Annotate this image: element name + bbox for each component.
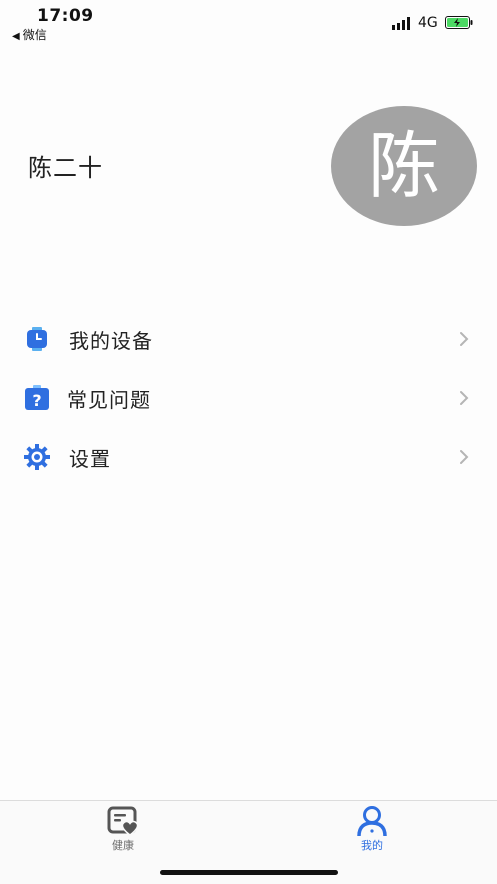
home-indicator — [160, 870, 338, 875]
menu-item-label: 我的设备 — [69, 329, 153, 353]
tab-label: 我的 — [361, 839, 383, 852]
gear-icon — [24, 444, 50, 470]
tab-health[interactable]: 健康 — [83, 805, 163, 853]
status-bar: 17:09 ◀ 微信 4G — [0, 0, 497, 44]
menu-item-faq[interactable]: ? 常见问题 — [0, 368, 497, 427]
menu-item-label: 常见问题 — [67, 388, 151, 412]
tab-mine[interactable]: 我的 — [332, 805, 412, 853]
chevron-right-icon — [460, 450, 469, 464]
tab-label: 健康 — [112, 839, 134, 852]
menu-item-my-devices[interactable]: 我的设备 — [0, 309, 497, 368]
question-icon: ? — [25, 385, 49, 410]
user-icon — [357, 806, 387, 837]
avatar[interactable]: 陈 — [331, 106, 477, 226]
watch-icon — [27, 327, 47, 351]
signal-icon — [392, 17, 410, 30]
back-app-label: 微信 — [22, 28, 47, 42]
back-to-app-link[interactable]: ◀ 微信 — [12, 26, 47, 43]
status-time: 17:09 — [37, 6, 94, 26]
svg-text:?: ? — [32, 391, 41, 410]
chevron-right-icon — [460, 332, 469, 346]
menu-item-settings[interactable]: 设置 — [0, 427, 497, 486]
battery-icon — [445, 16, 473, 29]
menu-item-label: 设置 — [69, 447, 111, 471]
menu-list: 我的设备 ? 常见问题 设置 — [0, 309, 497, 486]
back-arrow-icon: ◀ — [12, 31, 20, 42]
profile-name: 陈二十 — [28, 154, 103, 182]
network-type: 4G — [418, 15, 438, 31]
chevron-right-icon — [460, 391, 469, 405]
health-heart-icon — [107, 806, 139, 836]
